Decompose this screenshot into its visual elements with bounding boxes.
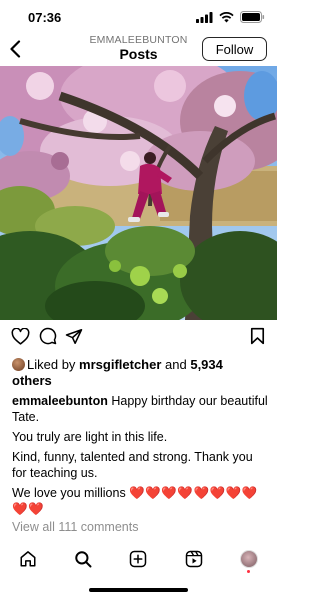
heart-icon bbox=[11, 327, 29, 345]
likes-summary[interactable]: Liked by mrsgifletcher and 5,934 others bbox=[12, 357, 267, 389]
likes-count[interactable]: 5,934 bbox=[190, 357, 223, 372]
tab-create[interactable] bbox=[127, 548, 149, 570]
battery-icon bbox=[240, 11, 265, 23]
comment-icon bbox=[39, 327, 57, 345]
back-button[interactable] bbox=[4, 37, 26, 61]
likes-middle: and bbox=[161, 357, 191, 372]
tab-reels[interactable] bbox=[183, 548, 205, 570]
profile-avatar bbox=[240, 550, 258, 568]
chevron-left-icon bbox=[10, 40, 21, 58]
tab-profile[interactable] bbox=[238, 548, 260, 573]
page-title: Posts bbox=[119, 46, 158, 62]
caption-line-2: You truly are light in this life. bbox=[12, 430, 168, 444]
post-caption: emmaleebunton Happy birthday our beautif… bbox=[12, 393, 270, 517]
search-icon bbox=[75, 551, 92, 568]
home-indicator bbox=[89, 588, 188, 592]
signal-icon bbox=[196, 11, 213, 23]
liker-username[interactable]: mrsgifletcher bbox=[79, 357, 161, 372]
status-bar: 07:36 bbox=[0, 0, 277, 34]
liker-avatar bbox=[12, 358, 25, 371]
header-titles: EMMALEEBUNTON Posts bbox=[60, 34, 217, 62]
post-image[interactable] bbox=[0, 66, 277, 320]
header: EMMALEEBUNTON Posts Follow bbox=[0, 34, 277, 64]
caption-author[interactable]: emmaleebunton bbox=[12, 394, 108, 408]
caption-line-4: We love you millions bbox=[12, 486, 126, 500]
follow-button[interactable]: Follow bbox=[202, 37, 267, 61]
bottom-tab-bar bbox=[0, 542, 277, 578]
save-button[interactable] bbox=[247, 326, 267, 346]
tab-search[interactable] bbox=[72, 548, 94, 570]
caption-line-4-wrap: We love you millions ❤️❤️❤️❤️❤️❤️❤️❤️❤️❤… bbox=[12, 485, 270, 517]
header-username[interactable]: EMMALEEBUNTON bbox=[60, 34, 217, 46]
notification-dot bbox=[247, 570, 250, 573]
caption-line-3: Kind, funny, talented and strong. Thank … bbox=[12, 450, 253, 480]
like-button[interactable] bbox=[10, 326, 30, 346]
post-actions bbox=[0, 326, 277, 348]
likes-suffix[interactable]: others bbox=[12, 373, 52, 388]
comment-button[interactable] bbox=[38, 326, 58, 346]
status-time: 07:36 bbox=[28, 10, 62, 25]
home-icon bbox=[20, 551, 36, 567]
share-button[interactable] bbox=[64, 326, 84, 346]
tab-home[interactable] bbox=[17, 548, 39, 570]
view-comments-link[interactable]: View all 111 comments bbox=[12, 520, 138, 534]
bookmark-icon bbox=[250, 327, 264, 345]
status-icons bbox=[196, 11, 265, 23]
likes-prefix: Liked by bbox=[27, 357, 80, 372]
plus-square-icon bbox=[129, 550, 147, 568]
wifi-icon bbox=[219, 11, 234, 22]
reels-icon bbox=[185, 550, 203, 568]
send-icon bbox=[65, 328, 83, 344]
post-photo bbox=[0, 66, 277, 320]
